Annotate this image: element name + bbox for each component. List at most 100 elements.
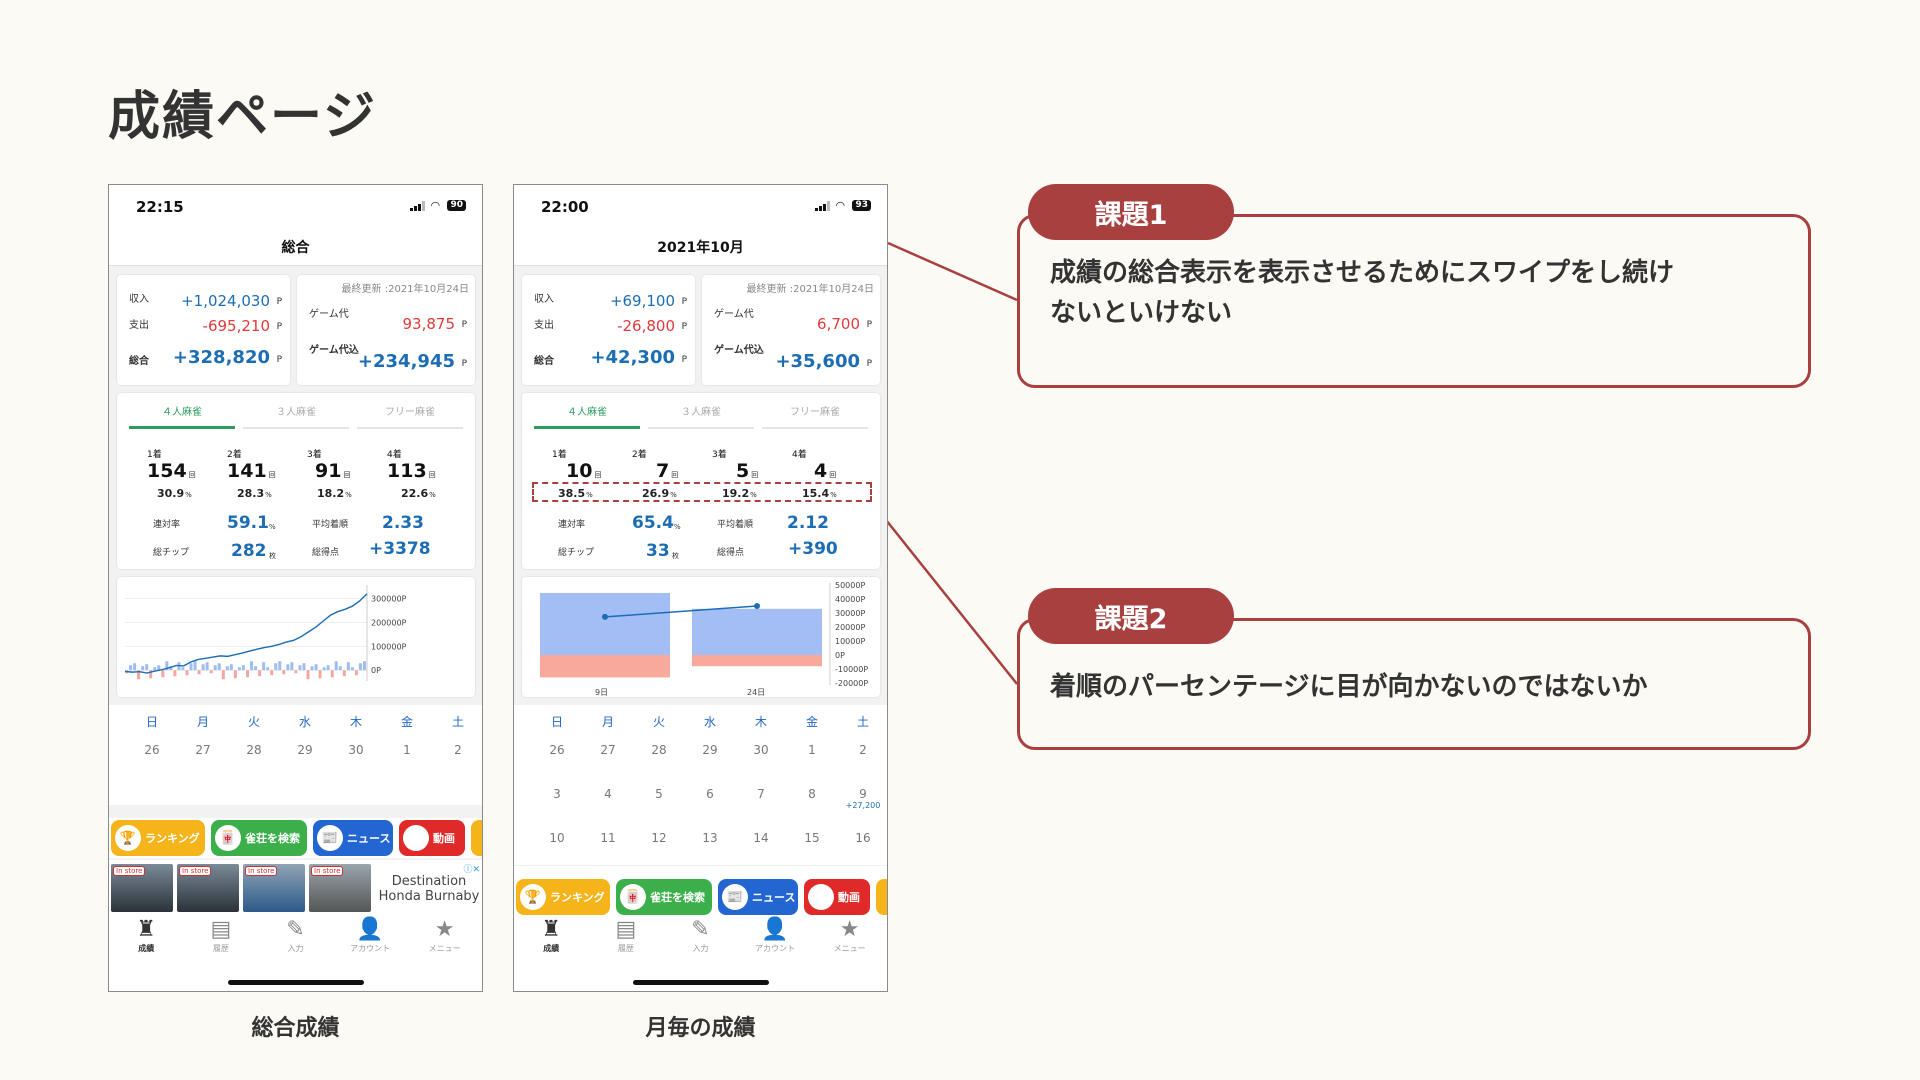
calendar-day[interactable]: 29 (685, 743, 735, 757)
calendar-day[interactable]: 12 (634, 831, 684, 845)
issue-2-tag: 課題2 (1028, 588, 1234, 644)
weekday-header: 土 (856, 715, 869, 729)
tabbar-menu[interactable]: ★ メニュー (812, 917, 887, 954)
tab-free[interactable]: フリー麻雀 (758, 399, 872, 429)
last-updated: 最終更新 :2021年10月24日 (341, 284, 469, 295)
video-button[interactable]: ▶ 動画 (804, 879, 870, 915)
calendar-day[interactable]: 6 (685, 787, 735, 801)
more-promo-button[interactable] (876, 879, 887, 915)
calendar-day[interactable]: 4 (583, 787, 633, 801)
daily-bar (326, 665, 330, 671)
tabbar-results[interactable]: ♜ 成績 (514, 917, 589, 954)
daily-bar (298, 665, 302, 671)
weekday-header: 水 (703, 715, 716, 729)
calendar-day[interactable]: 16 (838, 831, 887, 845)
news-button[interactable]: 📰 ニュース (313, 820, 393, 856)
calendar-day[interactable]: 27 (178, 743, 228, 757)
tab-3-player[interactable]: ３人麻雀 (644, 399, 758, 429)
calendar-day[interactable]: 3 (532, 787, 582, 801)
tabbar-input[interactable]: ✎ 入力 (663, 917, 738, 954)
calendar-day[interactable]: 27 (583, 743, 633, 757)
daily-bar (322, 667, 326, 671)
ranking-button[interactable]: 🏆 ランキング (111, 820, 205, 856)
tabbar-menu[interactable]: ★ メニュー (407, 917, 482, 954)
tabbar-account[interactable]: 👤 アカウント (333, 917, 408, 954)
calendar-day[interactable]: 7 (736, 787, 786, 801)
bottom-tab-bar: ♜ 成績 ▤ 履歴 ✎ 入力 👤 アカウント ★ メニュー (109, 917, 482, 954)
tabbar-history[interactable]: ▤ 履歴 (589, 917, 664, 954)
expense-bar (692, 655, 822, 667)
calendar-day[interactable]: 14 (736, 831, 786, 845)
daily-bar (294, 670, 298, 674)
calendar-day[interactable]: 28 (229, 743, 279, 757)
calendar-day[interactable]: 8 (787, 787, 837, 801)
daily-bar (229, 664, 233, 671)
calendar-day[interactable]: 15 (787, 831, 837, 845)
parlor-search-button[interactable]: 🀄 雀荘を検索 (616, 879, 712, 915)
calendar-day[interactable]: 30 (331, 743, 381, 757)
tabbar-account[interactable]: 👤 アカウント (738, 917, 813, 954)
star-icon: ★ (434, 917, 455, 942)
game-fee-label: ゲーム代 (714, 309, 754, 320)
tab-3-player[interactable]: ３人麻雀 (239, 399, 353, 429)
ad-banner[interactable]: In store In store In store In store Dest… (109, 860, 482, 916)
chip-value: 282 (231, 541, 267, 561)
tabbar-history[interactable]: ▤ 履歴 (184, 917, 259, 954)
calendar-day[interactable]: 1 (787, 743, 837, 757)
total-label: 総合 (129, 356, 149, 367)
weekday-header: 土 (451, 715, 464, 729)
game-fee-unit: P (461, 320, 467, 330)
tab-free[interactable]: フリー麻雀 (353, 399, 467, 429)
connector-issue-2 (865, 494, 1018, 685)
tabbar-input[interactable]: ✎ 入力 (258, 917, 333, 954)
tab-4-player[interactable]: ４人麻雀 (530, 399, 644, 429)
calendar-day[interactable]: 9 (838, 787, 887, 801)
calendar-day[interactable]: 13 (685, 831, 735, 845)
calendar-day[interactable]: 29 (280, 743, 330, 757)
daily-bar (254, 666, 258, 671)
calendar-day[interactable]: 26 (127, 743, 177, 757)
status-bar: 22:00 ◠ 93 (514, 185, 887, 231)
car-image: In store (111, 864, 173, 912)
game-fee-value: 93,875 (402, 315, 456, 333)
y-tick-label: 200000P (371, 618, 407, 627)
parlor-search-button[interactable]: 🀄 雀荘を検索 (211, 820, 307, 856)
calendar-day[interactable]: 30 (736, 743, 786, 757)
more-promo-button[interactable] (471, 820, 482, 856)
expense-label: 支出 (129, 320, 149, 331)
game-fee-incl-label: ゲーム代込 (309, 345, 359, 356)
daily-bar (346, 662, 350, 671)
weekday-header: 日 (145, 715, 158, 729)
calendar: 日 月 火 水 木 金 土 26 27 28 29 30 1 2 (109, 705, 482, 805)
avg-rank-value: 2.33 (382, 513, 424, 533)
car-image: In store (309, 864, 371, 912)
calendar-day[interactable]: 2 (838, 743, 887, 757)
ad-text: Destination Honda Burnaby (378, 874, 480, 904)
tabbar-results[interactable]: ♜ 成績 (109, 917, 184, 954)
phone-monthly: 22:00 ◠ 93 2021年10月 収入 +69,100 P 支出 -26,… (513, 184, 888, 992)
trophy-icon: 🏆 (115, 825, 141, 851)
daily-bar (145, 664, 149, 671)
daily-bar (310, 666, 314, 671)
calendar-day[interactable]: 2 (433, 743, 482, 757)
video-button[interactable]: ▶ 動画 (399, 820, 465, 856)
day-score-note: +27,200 (845, 801, 881, 810)
calendar-day[interactable]: 1 (382, 743, 432, 757)
y-tick-label: 100000P (371, 642, 407, 651)
rank-count: 154 (147, 460, 187, 482)
rank-3rd: 3着 91 回 18.2% (307, 447, 377, 501)
ranking-button[interactable]: 🏆 ランキング (516, 879, 610, 915)
bottom-tab-bar: ♜ 成績 ▤ 履歴 ✎ 入力 👤 アカウント ★ メニュー (514, 917, 887, 954)
weekday-header: 日 (550, 715, 563, 729)
news-icon: 📰 (317, 825, 343, 851)
calendar-day[interactable]: 11 (583, 831, 633, 845)
calendar-day[interactable]: 28 (634, 743, 684, 757)
promo-bar: 🏆 ランキング 🀄 雀荘を検索 📰 ニュース ▶ 動画 (109, 818, 482, 858)
calendar-day[interactable]: 5 (634, 787, 684, 801)
total-label: 総合 (534, 356, 554, 367)
tab-4-player[interactable]: ４人麻雀 (125, 399, 239, 429)
news-button[interactable]: 📰 ニュース (718, 879, 798, 915)
ad-info-icon[interactable]: ⓘ✕ (463, 862, 480, 875)
calendar-day[interactable]: 10 (532, 831, 582, 845)
calendar-day[interactable]: 26 (532, 743, 582, 757)
